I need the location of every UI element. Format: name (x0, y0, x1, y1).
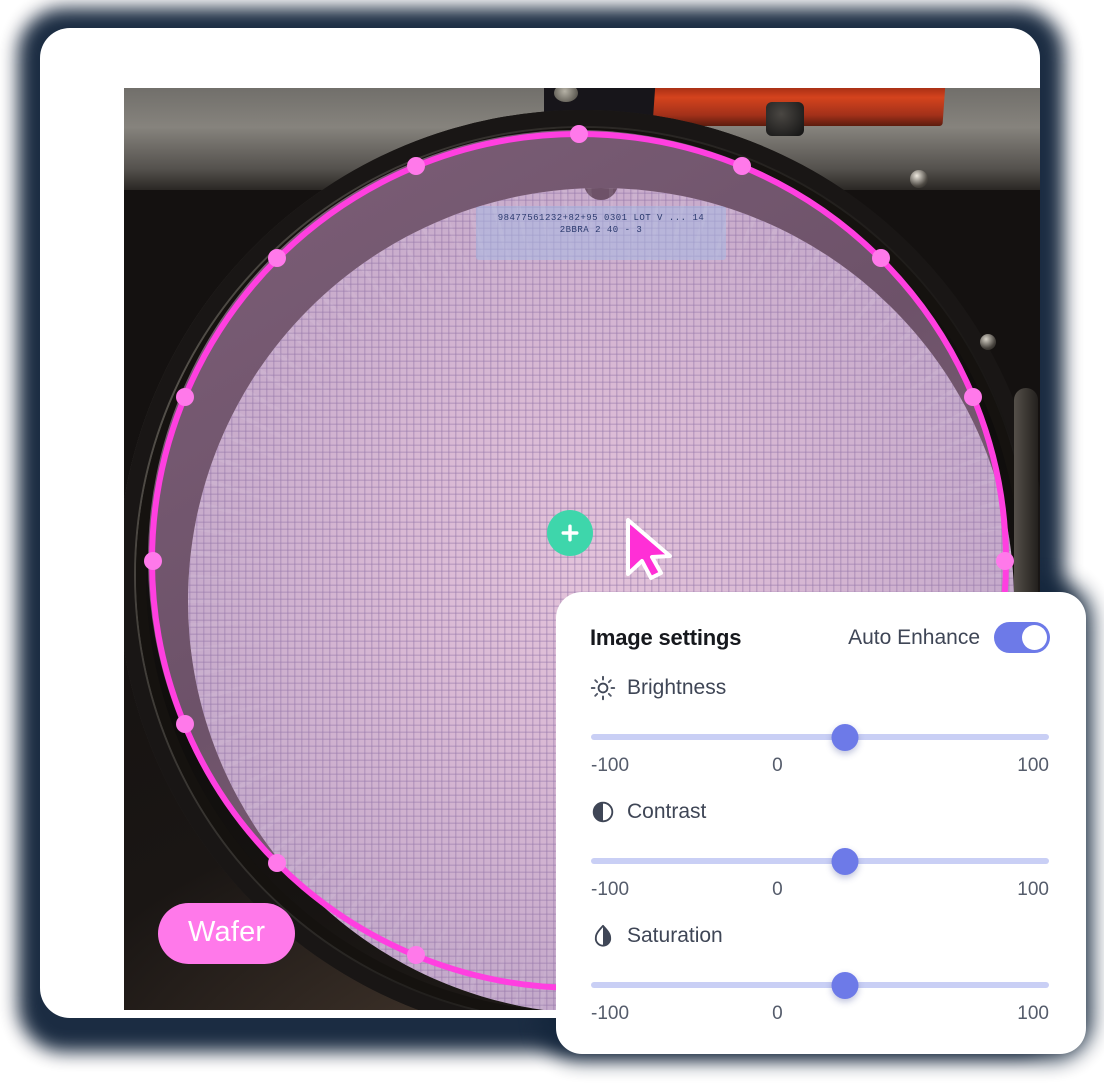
contrast-slider-track[interactable] (591, 858, 1049, 864)
control-brightness-label: Brightness (627, 676, 727, 699)
saturation-mid-label: 0 (772, 1003, 783, 1024)
brightness-min-label: -100 (591, 755, 630, 776)
saturation-slider[interactable] (590, 970, 1050, 1000)
control-saturation: Saturation -100 0 100 (590, 923, 1050, 1025)
wafer-inscription: 98477561232+82+95 0301 LOT V ... 14 2BBR… (476, 206, 726, 260)
saturation-slider-track[interactable] (591, 982, 1049, 988)
plus-icon (561, 524, 579, 542)
brightness-slider-thumb[interactable] (831, 724, 859, 751)
control-brightness-header: Brightness (590, 675, 1050, 701)
contrast-mid-label: 0 (772, 879, 783, 900)
saturation-slider-thumb[interactable] (831, 972, 859, 999)
control-brightness: Brightness -100 0 100 (590, 675, 1050, 777)
brightness-scale: -100 0 100 (590, 755, 1050, 777)
saturation-min-label: -100 (591, 1003, 630, 1024)
contrast-scale: -100 0 100 (590, 879, 1050, 901)
contrast-circle-icon (592, 801, 614, 823)
auto-enhance-row: Auto Enhance (848, 622, 1050, 653)
droplet-icon (594, 924, 612, 947)
contrast-slider-thumb[interactable] (831, 848, 859, 875)
brightness-mid-label: 0 (772, 755, 783, 776)
toggle-knob (1022, 625, 1047, 650)
contrast-max-label: 100 (1017, 879, 1049, 900)
brightness-max-label: 100 (1017, 755, 1049, 776)
sun-icon (590, 675, 616, 701)
saturation-max-label: 100 (1017, 1003, 1049, 1024)
control-saturation-header: Saturation (590, 923, 1050, 949)
brightness-slider[interactable] (590, 722, 1050, 752)
panel-header: Image settings Auto Enhance (590, 622, 1050, 653)
add-annotation-button[interactable] (547, 510, 593, 556)
machine-screw-right-top (910, 170, 928, 188)
control-contrast-label: Contrast (627, 800, 707, 823)
cursor-arrow-icon (626, 518, 672, 580)
control-contrast-header: Contrast (590, 799, 1050, 825)
wafer-notch (584, 188, 618, 200)
panel-title: Image settings (590, 624, 742, 650)
control-saturation-label: Saturation (627, 924, 723, 947)
contrast-slider[interactable] (590, 846, 1050, 876)
auto-enhance-toggle[interactable] (994, 622, 1050, 653)
auto-enhance-label: Auto Enhance (848, 625, 980, 649)
machine-knob (766, 102, 804, 136)
app-root: 98477561232+82+95 0301 LOT V ... 14 2BBR… (0, 0, 1104, 1086)
saturation-scale: -100 0 100 (590, 1003, 1050, 1025)
brightness-slider-track[interactable] (591, 734, 1049, 740)
contrast-min-label: -100 (591, 879, 630, 900)
wafer-label-badge[interactable]: Wafer (158, 903, 296, 964)
image-settings-panel: Image settings Auto Enhance Brightness -… (556, 592, 1086, 1054)
control-contrast: Contrast -100 0 100 (590, 799, 1050, 901)
